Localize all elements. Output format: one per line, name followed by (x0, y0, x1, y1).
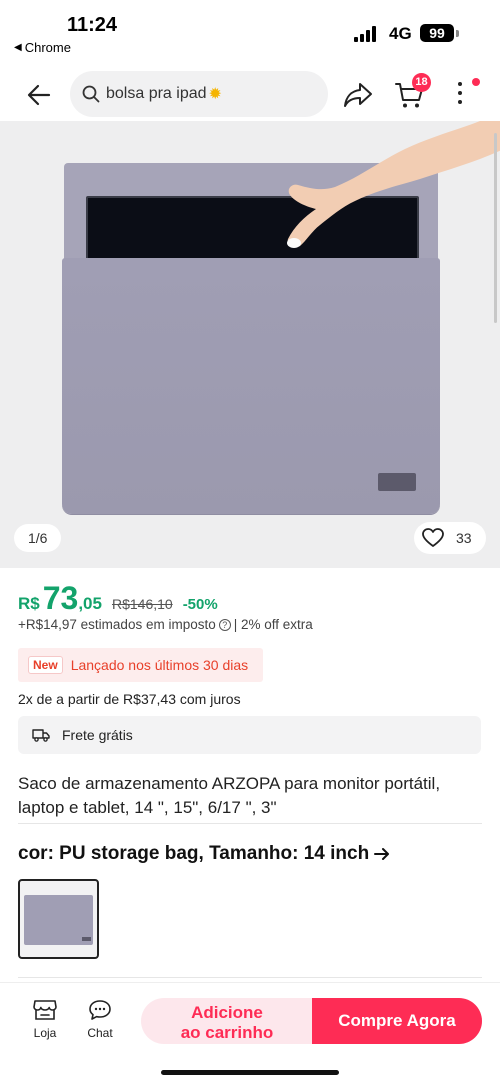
add-to-cart-line2: ao carrinho (180, 1022, 274, 1042)
more-icon[interactable] (455, 82, 465, 108)
sparkle-icon: ✹ (208, 86, 222, 103)
battery-tip (456, 30, 459, 37)
chat-icon (89, 1000, 111, 1020)
chat-label: Chat (87, 1026, 113, 1040)
shop-label: Loja (33, 1026, 57, 1040)
new-launch-banner: New Lançado nos últimos 30 dias (18, 648, 263, 682)
search-query: bolsa pra ipad (106, 85, 207, 102)
store-icon (33, 1000, 57, 1020)
network-type: 4G (389, 24, 412, 43)
search-bar[interactable]: bolsa pra ipad ✹ (70, 71, 328, 117)
product-image-gallery[interactable]: 1/6 33 (0, 121, 500, 568)
back-triangle-icon: ◀ (14, 42, 22, 53)
signal-icon (354, 26, 376, 42)
price-row: R$ 73 ,05 R$146,10 -50% (18, 580, 218, 617)
battery-icon: 99 (420, 24, 454, 42)
shop-button[interactable]: Loja (25, 999, 65, 1040)
price-integer: 73 (42, 580, 79, 616)
thumbnail-bag-tag (82, 937, 91, 941)
divider (18, 823, 482, 824)
installment-info: 2x de a partir de R$37,43 com juros (18, 691, 241, 707)
add-to-cart-button[interactable]: Adicione ao carrinho (141, 998, 313, 1044)
help-icon[interactable]: ? (218, 618, 231, 631)
notification-dot (472, 78, 480, 86)
back-app-label: Chrome (24, 40, 71, 55)
page-scrollbar[interactable] (494, 133, 497, 323)
arrow-right-icon (374, 848, 390, 860)
launch-text: Lançado nos últimos 30 dias (70, 657, 249, 673)
product-title: Saco de armazenamento ARZOPA para monito… (18, 774, 441, 817)
new-badge: New (28, 656, 63, 674)
tax-text: +R$14,97 estimados em imposto (18, 617, 216, 632)
price-currency: R$ (18, 594, 40, 613)
top-nav: bolsa pra ipad ✹ 18 (0, 70, 500, 120)
back-arrow-icon[interactable] (24, 80, 54, 110)
discount-percent: -50% (182, 596, 218, 613)
shipping-info[interactable]: Frete grátis (18, 716, 481, 754)
bottom-action-bar: Loja Chat Adicione ao carrinho Compre Ag… (0, 982, 500, 1083)
back-to-app-link[interactable]: ◀ Chrome (14, 40, 71, 55)
bag-brand-tag (378, 473, 416, 491)
clock: 11:24 (67, 14, 118, 36)
heart-icon (422, 528, 444, 547)
original-price: R$146,10 (111, 596, 173, 612)
variant-thumbnail[interactable] (18, 879, 99, 959)
variant-label: cor: PU storage bag, Tamanho: 14 inch (18, 843, 370, 864)
buy-now-button[interactable]: Compre Agora (312, 998, 482, 1044)
share-icon[interactable] (342, 80, 374, 115)
image-page-indicator: 1/6 (14, 524, 62, 552)
extra-off: | 2% off extra (233, 617, 313, 632)
price-decimal: ,05 (78, 594, 102, 613)
home-indicator[interactable] (161, 1070, 339, 1075)
divider (18, 977, 482, 978)
shipping-text: Frete grátis (62, 727, 133, 743)
cart-count-badge: 18 (412, 73, 431, 92)
truck-icon (32, 729, 50, 742)
variant-selector[interactable]: cor: PU storage bag, Tamanho: 14 inch (18, 843, 391, 865)
add-to-cart-line1: Adicione (191, 1002, 263, 1022)
like-button[interactable]: 33 (414, 522, 486, 554)
like-count: 33 (456, 530, 472, 546)
tax-note: +R$14,97 estimados em imposto ? | 2% off… (18, 617, 313, 632)
hand-image (287, 121, 500, 248)
status-bar: 11:24 ◀ Chrome 4G 99 (0, 0, 500, 62)
search-icon (82, 85, 100, 103)
chat-button[interactable]: Chat (80, 999, 120, 1040)
